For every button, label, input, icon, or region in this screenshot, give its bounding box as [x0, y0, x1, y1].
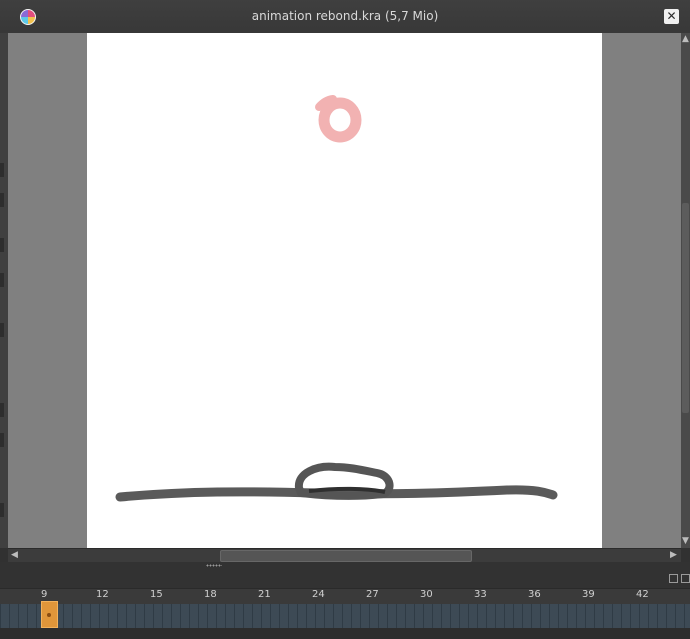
frame-number: 33: [474, 589, 487, 600]
frame-number: 24: [312, 589, 325, 600]
splitter-grip-icon[interactable]: [206, 564, 222, 567]
timeline-footer: [0, 628, 690, 639]
canvas-viewport[interactable]: [8, 33, 681, 548]
left-dock-strip: [0, 33, 8, 548]
close-button[interactable]: ✕: [664, 9, 679, 24]
dock-tab[interactable]: [0, 193, 4, 207]
canvas-drawing: [115, 95, 558, 502]
panel-splitter[interactable]: [0, 562, 690, 588]
timeline-frame-ruler[interactable]: 9 12 15 18 21 24 27 30 33 36 39 42: [0, 588, 690, 604]
frame-number: 42: [636, 589, 649, 600]
frame-number: 21: [258, 589, 271, 600]
frame-number: 15: [150, 589, 163, 600]
scroll-right-arrow-icon[interactable]: ▶: [670, 550, 677, 560]
vertical-scroll-thumb[interactable]: [682, 203, 689, 413]
title-bar: animation rebond.kra (5,7 Mio) ✕: [0, 0, 690, 34]
current-frame-indicator[interactable]: [41, 601, 58, 628]
dock-tab[interactable]: [0, 238, 4, 252]
dock-tab[interactable]: [0, 323, 4, 337]
timeline-close-icon[interactable]: [681, 574, 690, 583]
dock-tab[interactable]: [0, 403, 4, 417]
frame-number: 12: [96, 589, 109, 600]
horizontal-scroll-thumb[interactable]: [220, 550, 472, 562]
frame-number: 9: [41, 589, 48, 600]
window-title: animation rebond.kra (5,7 Mio): [251, 9, 439, 23]
drawing-canvas[interactable]: [87, 33, 602, 548]
ground-line-drawing: [115, 462, 558, 502]
timeline-settings-icon[interactable]: [669, 574, 678, 583]
bouncing-ball-drawing: [315, 95, 362, 143]
frame-number: 39: [582, 589, 595, 600]
keyframe-icon[interactable]: [47, 613, 51, 617]
scroll-left-arrow-icon[interactable]: ◀: [11, 550, 18, 560]
dock-tab[interactable]: [0, 433, 4, 447]
scroll-up-arrow-icon[interactable]: ▲: [682, 34, 689, 44]
vertical-scrollbar[interactable]: ▲ ▼: [681, 33, 690, 548]
scroll-down-arrow-icon[interactable]: ▼: [682, 536, 689, 546]
frame-number: 18: [204, 589, 217, 600]
timeline-frame-track[interactable]: [0, 604, 690, 628]
dock-tab[interactable]: [0, 163, 4, 177]
frame-number: 36: [528, 589, 541, 600]
dock-tab[interactable]: [0, 503, 4, 517]
dock-resize-handle[interactable]: [0, 273, 4, 287]
frame-number: 27: [366, 589, 379, 600]
horizontal-scrollbar[interactable]: ◀ ▶: [8, 548, 681, 562]
frame-number: 30: [420, 589, 433, 600]
